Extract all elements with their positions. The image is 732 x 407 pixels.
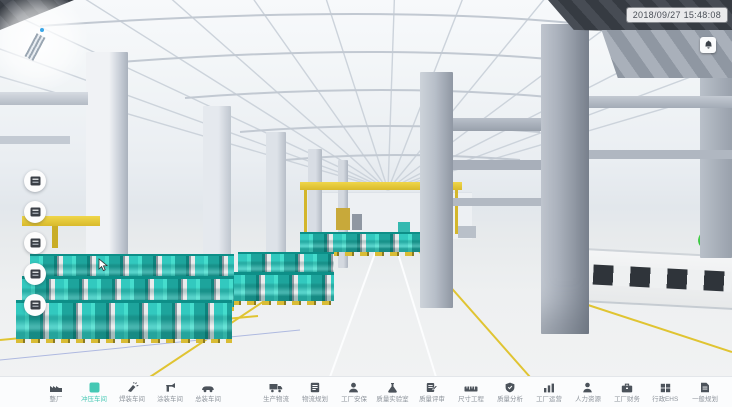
steel-beam [453, 198, 541, 206]
press-machine-icon [30, 269, 41, 279]
steel-beam [589, 96, 732, 108]
tab-assembly-workshop[interactable]: 总装车间 [189, 381, 227, 404]
steel-column [86, 52, 128, 286]
tab-general-planning[interactable]: 一般规划 [685, 381, 724, 404]
tab-factory-operations[interactable]: 工厂运营 [529, 381, 568, 404]
tab-label: 工厂运营 [536, 396, 562, 403]
tab-quality-review[interactable]: 质量评审 [412, 381, 451, 404]
tab-label: 质量实验室 [376, 396, 408, 403]
spraygun-icon [164, 381, 177, 393]
press-line-button-4[interactable] [24, 263, 46, 285]
press-line-button-1[interactable] [24, 170, 46, 192]
tab-label: 行政EHS [652, 396, 678, 403]
tab-stamping-workshop[interactable]: 冲压车间 [75, 381, 113, 404]
distant-robot [336, 208, 350, 230]
document-icon [700, 381, 710, 393]
tab-dimensional-engineering[interactable]: 尺寸工程 [451, 381, 490, 404]
mouse-cursor [98, 258, 108, 272]
guard-icon [348, 381, 359, 393]
press-machine-icon [30, 238, 41, 248]
press-machine-icon [30, 207, 41, 217]
tab-label: 工厂财务 [614, 396, 640, 403]
steel-beam [0, 92, 88, 105]
tab-label: 生产物流 [263, 396, 289, 403]
workshop-tabs: 整厂 冲压车间 焊装车间 涂装车间 [37, 381, 227, 404]
tab-painting-workshop[interactable]: 涂装车间 [151, 381, 189, 404]
tab-whole-plant[interactable]: 整厂 [37, 381, 75, 404]
tab-label: 涂装车间 [157, 396, 183, 403]
clipboard-icon [310, 381, 320, 393]
ruler-icon [464, 381, 478, 393]
die-row-far[interactable] [300, 232, 424, 252]
tab-label: 工厂安保 [341, 396, 367, 403]
review-icon [426, 381, 437, 393]
person-icon [582, 381, 593, 393]
press-machine-icon [30, 300, 41, 310]
tab-label: 质量分析 [497, 396, 523, 403]
steel-beam [589, 150, 732, 159]
car-icon [201, 381, 215, 393]
tab-label: 总装车间 [195, 396, 221, 403]
tab-label: 尺寸工程 [458, 396, 484, 403]
tab-welding-workshop[interactable]: 焊装车间 [113, 381, 151, 404]
distant-die [458, 226, 476, 238]
distant-machine [352, 214, 362, 230]
tab-quality-lab[interactable]: 质量实验室 [373, 381, 412, 404]
bell-icon [704, 40, 713, 50]
tab-label: 人力资源 [575, 396, 601, 403]
steel-beam [0, 136, 70, 144]
module-tabs: 生产物流 物流规划 工厂安保 质量实验室 [256, 381, 724, 404]
tab-production-logistics[interactable]: 生产物流 [256, 381, 295, 404]
app-window: 2018/09/27 15:48:08 整厂 [0, 0, 732, 407]
grid-icon [660, 381, 671, 393]
steel-beam [453, 160, 541, 170]
shield-icon [505, 381, 515, 393]
die-row-left-front[interactable] [16, 300, 232, 339]
distant-die [398, 222, 410, 232]
tab-label: 冲压车间 [81, 396, 107, 403]
stamping-icon [89, 381, 100, 393]
factory-icon [49, 381, 63, 393]
watermark-logo-dot [40, 28, 44, 32]
steel-column-foreground [541, 24, 589, 334]
tab-label: 焊装车间 [119, 396, 145, 403]
tab-human-resources[interactable]: 人力资源 [568, 381, 607, 404]
steel-beam [453, 118, 541, 131]
tab-label: 质量评审 [419, 396, 445, 403]
die-row-mid-front[interactable] [232, 272, 334, 301]
briefcase-icon [621, 381, 633, 393]
tab-quality-analysis[interactable]: 质量分析 [490, 381, 529, 404]
press-line-button-5[interactable] [24, 294, 46, 316]
tab-label: 整厂 [50, 396, 63, 403]
3d-viewport[interactable] [0, 0, 732, 377]
press-machine-icon [30, 176, 41, 186]
flask-icon [387, 381, 398, 393]
chart-icon [543, 381, 555, 393]
press-line-button-3[interactable] [24, 232, 46, 254]
steel-column [420, 72, 453, 308]
notification-button[interactable] [700, 37, 716, 53]
welding-icon [126, 381, 139, 393]
datetime-display: 2018/09/27 15:48:08 [627, 8, 727, 22]
truck-icon [269, 381, 283, 393]
tab-label: 物流规划 [302, 396, 328, 403]
office-windows [593, 265, 732, 292]
tab-logistics-planning[interactable]: 物流规划 [295, 381, 334, 404]
tab-admin-ehs[interactable]: 行政EHS [646, 381, 685, 404]
tab-label: 一般规划 [692, 396, 718, 403]
tab-factory-finance[interactable]: 工厂财务 [607, 381, 646, 404]
tab-factory-security[interactable]: 工厂安保 [334, 381, 373, 404]
press-line-button-2[interactable] [24, 201, 46, 223]
bottom-toolbar: 整厂 冲压车间 焊装车间 涂装车间 [0, 376, 732, 407]
scene-quick-buttons [24, 170, 46, 316]
